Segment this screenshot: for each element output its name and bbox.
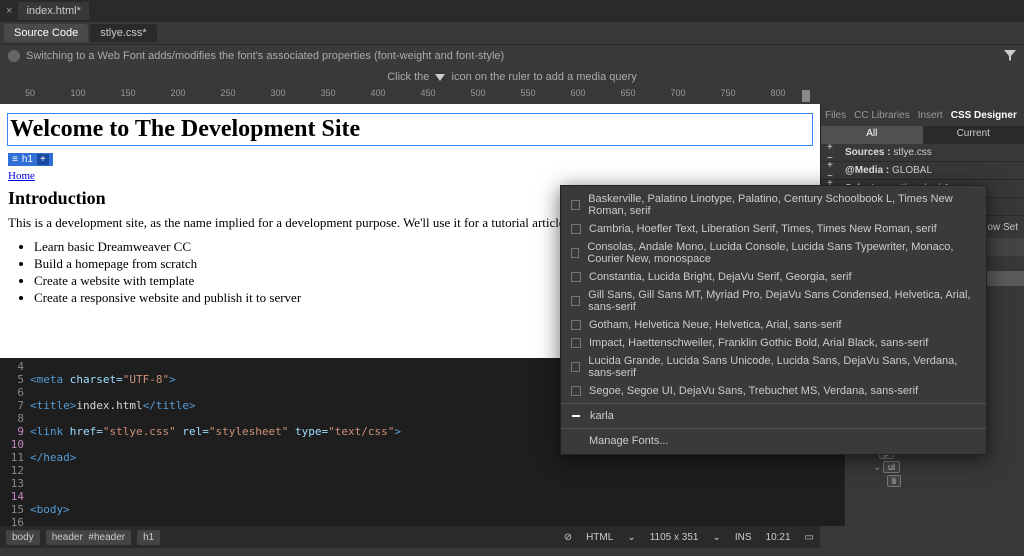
font-option[interactable]: Cambria, Hoefler Text, Liberation Serif,… (561, 220, 986, 238)
tab-stlye-css[interactable]: stlye.css* (90, 24, 156, 42)
home-link[interactable]: Home (8, 170, 812, 182)
info-icon (8, 50, 20, 62)
file-tab[interactable]: index.html* (18, 2, 88, 20)
manage-fonts[interactable]: Manage Fonts... (561, 432, 986, 450)
error-icon[interactable]: ⊘ (564, 532, 572, 543)
doc-tabs: Source Code stlye.css* (0, 22, 1024, 44)
font-family-dropdown[interactable]: Baskerville, Palatino Linotype, Palatino… (560, 185, 987, 455)
lang-select[interactable]: HTML (586, 532, 613, 543)
font-option[interactable]: Constantia, Lucida Bright, DejaVu Serif,… (561, 268, 986, 286)
sources-row[interactable]: + − Sources : stlye.css (821, 144, 1024, 162)
panel-tabs: Files CC Libraries Insert CSS Designer (821, 104, 1024, 126)
cursor-pos: 10:21 (766, 532, 791, 543)
crumb-h1[interactable]: h1 (137, 530, 160, 545)
checkbox-icon (571, 386, 581, 396)
checkbox-icon (571, 296, 580, 306)
media-row[interactable]: + − @Media : GLOBAL (821, 162, 1024, 180)
selection-badge[interactable]: ≡ h1 + (8, 153, 53, 166)
ruler-marker[interactable] (802, 90, 810, 102)
window-tabs: × index.html* (0, 0, 1024, 22)
font-option[interactable]: Baskerville, Palatino Linotype, Palatino… (561, 190, 986, 220)
dom-li[interactable]: li (887, 475, 901, 487)
status-bar: body header #header h1 ⊘ HTML⌄ 1105 x 35… (0, 526, 820, 548)
media-query-hint: Click the icon on the ruler to add a med… (0, 66, 1024, 88)
tab-source-code[interactable]: Source Code (4, 24, 88, 42)
tab-files[interactable]: Files (825, 110, 846, 121)
checkbox-icon (571, 200, 580, 210)
font-option[interactable]: Gotham, Helvetica Neue, Helvetica, Arial… (561, 316, 986, 334)
ruler[interactable]: 50 100 150 200 250 300 350 400 450 500 5… (0, 88, 1024, 104)
subtab-current[interactable]: Current (923, 126, 1024, 144)
checkbox-icon (571, 362, 580, 372)
crumb-header[interactable]: header #header (46, 530, 131, 545)
panel-subtabs: All Current (821, 126, 1024, 144)
crumb-body[interactable]: body (6, 530, 40, 545)
tab-css-designer[interactable]: CSS Designer (951, 110, 1017, 121)
hint-text: Switching to a Web Font adds/modifies th… (26, 50, 504, 62)
close-icon[interactable]: × (6, 5, 12, 17)
triangle-icon (435, 74, 445, 81)
checkbox-icon (571, 320, 581, 330)
checkbox-icon (571, 224, 581, 234)
line-gutter: 4 5 6 7 8 9 10 11 12 13 14 15 16 17 (0, 358, 30, 526)
font-option[interactable]: Gill Sans, Gill Sans MT, Myriad Pro, Dej… (561, 286, 986, 316)
plus-icon[interactable]: + (37, 154, 49, 165)
dash-icon (572, 415, 580, 417)
checkbox-icon (571, 272, 581, 282)
checkbox-icon (571, 248, 579, 258)
font-option[interactable]: Impact, Haettenschweiler, Franklin Gothi… (561, 334, 986, 352)
font-option[interactable]: Consolas, Andale Mono, Lucida Console, L… (561, 238, 986, 268)
dom-ul[interactable]: ul (883, 461, 900, 473)
font-option[interactable]: Segoe, Segoe UI, DejaVu Sans, Trebuchet … (561, 382, 986, 400)
font-option-karla[interactable]: karla (561, 407, 986, 425)
hamburger-icon[interactable]: ≡ (12, 154, 18, 165)
overflow-icon[interactable]: ▭ (805, 532, 814, 543)
filter-icon[interactable] (1004, 50, 1016, 62)
checkbox-icon (571, 338, 581, 348)
page-h1[interactable]: Welcome to The Development Site (8, 114, 812, 145)
dimensions: 1105 x 351 (650, 532, 699, 543)
tab-insert[interactable]: Insert (918, 110, 943, 121)
hint-bar: Switching to a Web Font adds/modifies th… (0, 44, 1024, 66)
ins-mode: INS (735, 532, 752, 543)
font-option[interactable]: Lucida Grande, Lucida Sans Unicode, Luci… (561, 352, 986, 382)
tab-cc-libraries[interactable]: CC Libraries (854, 110, 910, 121)
